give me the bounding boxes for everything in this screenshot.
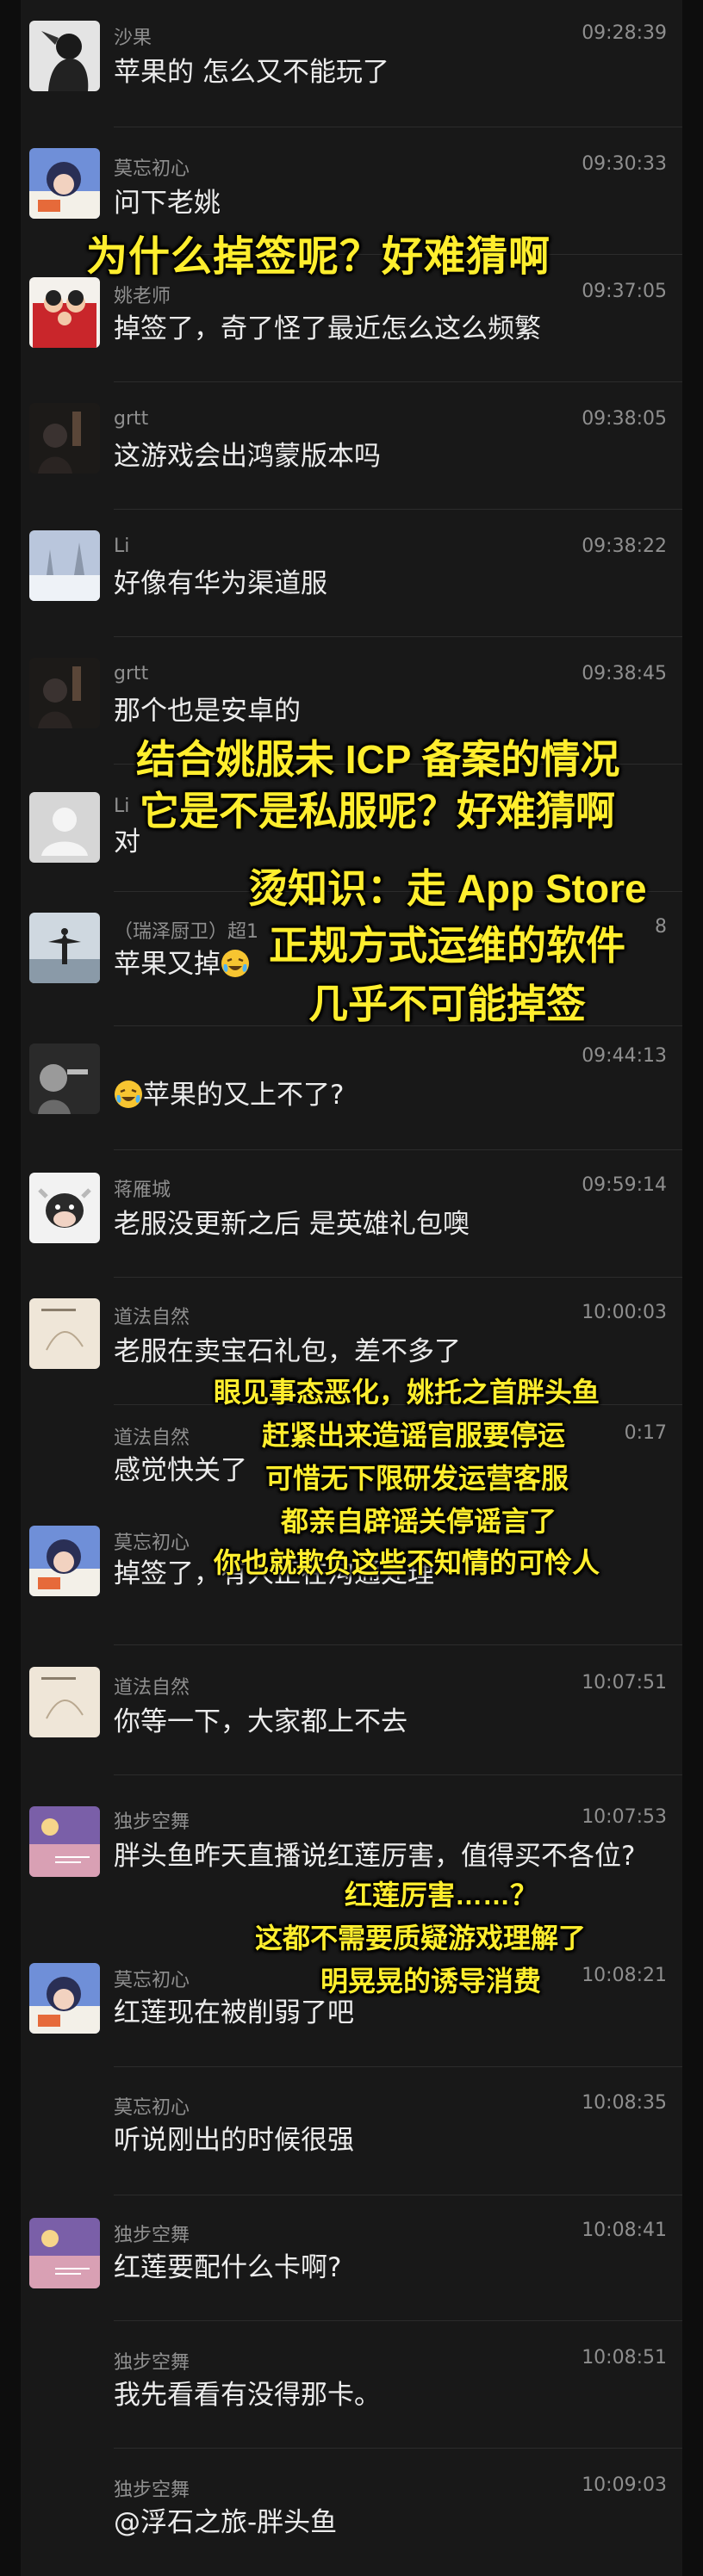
anime-girl-avatar[interactable]: [29, 1963, 100, 2034]
message-time: 10:09:03: [582, 2474, 667, 2496]
paper-art-avatar[interactable]: [29, 1667, 100, 1737]
moon-sunset-avatar[interactable]: [29, 1806, 100, 1877]
overlay-caption: 明晃晃的诱导消费: [320, 1966, 542, 1997]
default-person-avatar[interactable]: [29, 792, 100, 863]
overlay-caption: 结合姚服未 ICP 备案的情况: [136, 737, 620, 782]
message-time: 10:08:21: [582, 1965, 667, 1986]
overlay-caption: 它是不是私服呢？好难猜啊: [140, 789, 615, 833]
message-text: 听说刚出的时候很强: [114, 2125, 354, 2156]
overlay-caption: 可惜无下限研发运营客服: [265, 1463, 569, 1494]
message-time: 10:07:51: [582, 1672, 667, 1694]
overlay-caption: 烫知识：走 App Store: [248, 866, 647, 911]
red-family-photo-avatar[interactable]: [29, 277, 100, 348]
screenshot-page: 沙果 09:28:39 苹果的 怎么又不能玩了 莫忘初心 09:30:33 问下…: [0, 0, 703, 2576]
message-text: 苹果的又上不了?: [114, 1076, 665, 1114]
message-time: 10:08:41: [582, 2220, 667, 2241]
beach-silhouette-avatar[interactable]: [29, 913, 100, 983]
message-text: 掉签了，奇了怪了最近怎么这么频繁: [114, 313, 541, 344]
overlay-caption: 几乎不可能掉签: [308, 981, 586, 1026]
message-text: 胖头鱼昨天直播说红莲厉害，值得买不各位?: [114, 1841, 636, 1872]
grayscale-portrait-avatar[interactable]: [29, 1043, 100, 1114]
message-text-content: 苹果又掉: [114, 949, 221, 980]
message-time: 09:59:14: [582, 1174, 667, 1196]
message-time: 10:00:03: [582, 1302, 667, 1323]
overlay-caption: 这都不需要质疑游戏理解了: [255, 1923, 587, 1954]
sender-name: （瑞泽厨卫）超1: [114, 921, 258, 943]
cow-cartoon-avatar[interactable]: [29, 1173, 100, 1243]
sender-name: Li: [114, 796, 130, 817]
message-time: 09:38:05: [582, 408, 667, 430]
sender-name: Li: [114, 536, 130, 557]
overlay-caption: 都亲自辟谣关停谣言了: [281, 1506, 557, 1537]
chat-message: 09:44:13 苹果的又上不了?: [21, 1026, 682, 1150]
paper-art-avatar[interactable]: [29, 1298, 100, 1369]
message-text: 红莲现在被削弱了吧: [114, 1997, 354, 2028]
chat-message: Li 09:38:22 好像有华为渠道服: [21, 510, 682, 637]
message-time: 09:37:05: [582, 281, 667, 302]
sender-name: 莫忘初心: [114, 1970, 190, 1991]
chat-message: 道法自然 10:07:51 你等一下，大家都上不去: [21, 1644, 682, 1775]
moon-sunset-avatar[interactable]: [29, 2218, 100, 2288]
message-time: 10:08:51: [582, 2347, 667, 2369]
sender-name: 独步空舞: [114, 2352, 190, 2374]
chat-message: 独步空舞 10:08:51 我先看看有没得那卡。: [21, 2321, 682, 2449]
chat-message: 莫忘初心 10:08:35 听说刚出的时候很强: [21, 2066, 682, 2195]
message-time: 09:44:13: [582, 1045, 667, 1067]
sender-name: 独步空舞: [114, 1811, 190, 1833]
message-text: @浮石之旅-胖头鱼: [114, 2507, 338, 2538]
dark-character-avatar[interactable]: [29, 403, 100, 474]
snow-landscape-avatar[interactable]: [29, 530, 100, 601]
crying-laughing-emoji-icon: [221, 950, 249, 977]
message-text-content: 苹果的又上不了?: [143, 1080, 345, 1111]
sender-name: 道法自然: [114, 1427, 190, 1449]
overlay-caption: 赶紧出来造谣官服要停运: [262, 1420, 566, 1451]
sender-name: 道法自然: [114, 1307, 190, 1328]
sender-name: grtt: [114, 663, 149, 684]
message-time: 8: [655, 916, 667, 938]
chat-message: 蒋雁城 09:59:14 老服没更新之后 是英雄礼包噢: [21, 1150, 682, 1278]
message-time: 09:38:45: [582, 663, 667, 684]
sender-name: 姚老师: [114, 286, 171, 307]
overlay-caption: 红莲厉害……？: [345, 1879, 538, 1910]
overlay-caption: 正规方式运维的软件: [269, 923, 625, 968]
chat-message: 独步空舞 10:09:03 @浮石之旅-胖头鱼: [21, 2449, 682, 2576]
message-text: 你等一下，大家都上不去: [114, 1706, 407, 1737]
chat-log: 沙果 09:28:39 苹果的 怎么又不能玩了 莫忘初心 09:30:33 问下…: [21, 0, 682, 2576]
sender-name: 莫忘初心: [114, 2097, 190, 2119]
sender-name: grtt: [114, 408, 149, 430]
anime-girl-avatar[interactable]: [29, 1526, 100, 1596]
message-text: 问下老姚: [114, 188, 221, 219]
sender-name: 蒋雁城: [114, 1180, 171, 1201]
chat-message: 沙果 09:28:39 苹果的 怎么又不能玩了: [21, 0, 682, 127]
message-text: 红莲要配什么卡啊?: [114, 2252, 342, 2283]
message-time: 10:07:53: [582, 1806, 667, 1828]
message-text: 老服在卖宝石礼包，差不多了: [114, 1336, 461, 1367]
sender-name: 莫忘初心: [114, 158, 190, 180]
message-text: 苹果的 怎么又不能玩了: [114, 57, 389, 88]
overlay-caption: 为什么掉签呢？好难猜啊: [86, 234, 551, 280]
anime-silhouette-avatar[interactable]: [29, 21, 100, 91]
sender-name: 沙果: [114, 28, 152, 49]
message-text: 这游戏会出鸿蒙版本吗: [114, 441, 381, 472]
crying-laughing-emoji-icon: [115, 1081, 142, 1108]
sender-name: 独步空舞: [114, 2480, 190, 2501]
dark-character-avatar[interactable]: [29, 658, 100, 728]
overlay-caption: 你也就欺负这些不知情的可怜人: [214, 1547, 600, 1578]
message-time: 09:38:22: [582, 536, 667, 557]
overlay-caption: 眼见事态恶化，姚托之首胖头鱼: [214, 1377, 600, 1408]
message-text: 我先看看有没得那卡。: [114, 2380, 381, 2411]
message-time: 0:17: [624, 1422, 667, 1444]
sender-name: 独步空舞: [114, 2225, 190, 2246]
message-text: 那个也是安卓的: [114, 696, 301, 727]
message-text: 好像有华为渠道服: [114, 568, 327, 599]
chat-message: 独步空舞 10:08:41 红莲要配什么卡啊?: [21, 2195, 682, 2321]
anime-girl-avatar[interactable]: [29, 148, 100, 219]
message-time: 09:30:33: [582, 153, 667, 175]
chat-message: grtt 09:38:05 这游戏会出鸿蒙版本吗: [21, 382, 682, 510]
message-time: 09:28:39: [582, 22, 667, 44]
sender-name: 道法自然: [114, 1677, 190, 1699]
sender-name: 莫忘初心: [114, 1533, 190, 1554]
message-text: 老服没更新之后 是英雄礼包噢: [114, 1209, 470, 1240]
message-time: 10:08:35: [582, 2092, 667, 2114]
